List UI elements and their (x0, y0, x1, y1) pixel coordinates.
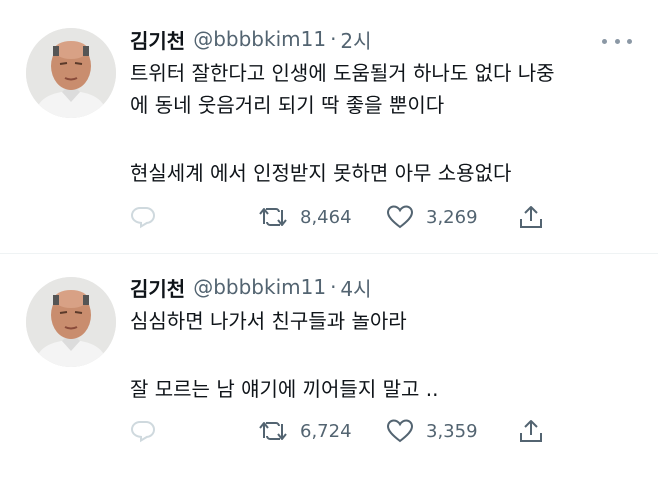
avatar-photo (26, 28, 116, 118)
share-icon (520, 420, 542, 442)
retweet-count: 6,724 (300, 420, 352, 442)
like-count: 3,359 (426, 420, 478, 442)
tweet-header: 김기천 @bbbbkim11 · 2시 (130, 24, 372, 54)
like-icon (386, 419, 414, 443)
tweet-feed: 김기천 @bbbbkim11 · 2시 트위터 잘한다고 인생에 도움될거 하나… (0, 0, 658, 478)
tweet-header: 김기천 @bbbbkim11 · 4시 (130, 272, 372, 302)
tweet-actions: 8,464 3,269 (130, 202, 638, 232)
author-handle[interactable]: @bbbbkim11 (193, 275, 326, 299)
like-count: 3,269 (426, 206, 478, 228)
like-button[interactable]: 3,269 (386, 204, 478, 230)
reply-button[interactable] (130, 419, 156, 443)
author-name[interactable]: 김기천 (130, 273, 185, 302)
tweet-text-line: 심심하면 나가서 친구들과 놀아라 (130, 309, 407, 333)
avatar[interactable] (26, 277, 116, 367)
tweet-actions: 6,724 3,359 (130, 416, 638, 446)
like-button[interactable]: 3,359 (386, 418, 478, 444)
tweet-text-line: 트위터 잘한다고 인생에 도움될거 하나도 없다 나중 (130, 61, 555, 85)
avatar[interactable] (26, 28, 116, 118)
tweet-text-line: 잘 모르는 남 얘기에 끼어들지 말고 .. (130, 377, 439, 401)
retweet-button[interactable]: 8,464 (258, 205, 352, 229)
reply-icon (130, 207, 156, 229)
like-icon (386, 205, 414, 229)
avatar-photo (26, 277, 116, 367)
share-icon (520, 206, 542, 228)
tweet-timestamp[interactable]: 2시 (340, 25, 371, 54)
separator-dot: · (330, 275, 337, 299)
tweet[interactable]: 김기천 @bbbbkim11 · 4시 심심하면 나가서 친구들과 놀아라 잘 … (0, 254, 658, 479)
retweet-icon (259, 422, 287, 440)
reply-icon (130, 421, 156, 443)
separator-dot: · (330, 27, 337, 51)
tweet-text-line: 현실세계 에서 인정받지 못하면 아무 소용없다 (130, 161, 512, 185)
tweet-text-line: 에 동네 웃음거리 되기 딱 좋을 뿐이다 (130, 93, 445, 117)
share-button[interactable] (518, 204, 544, 230)
more-icon[interactable] (602, 34, 632, 48)
retweet-icon (259, 208, 287, 226)
tweet[interactable]: 김기천 @bbbbkim11 · 2시 트위터 잘한다고 인생에 도움될거 하나… (0, 0, 658, 253)
reply-button[interactable] (130, 205, 156, 229)
author-handle[interactable]: @bbbbkim11 (193, 27, 326, 51)
author-name[interactable]: 김기천 (130, 25, 185, 54)
retweet-button[interactable]: 6,724 (258, 419, 352, 443)
tweet-timestamp[interactable]: 4시 (340, 273, 371, 302)
share-button[interactable] (518, 418, 544, 444)
retweet-count: 8,464 (300, 206, 352, 228)
